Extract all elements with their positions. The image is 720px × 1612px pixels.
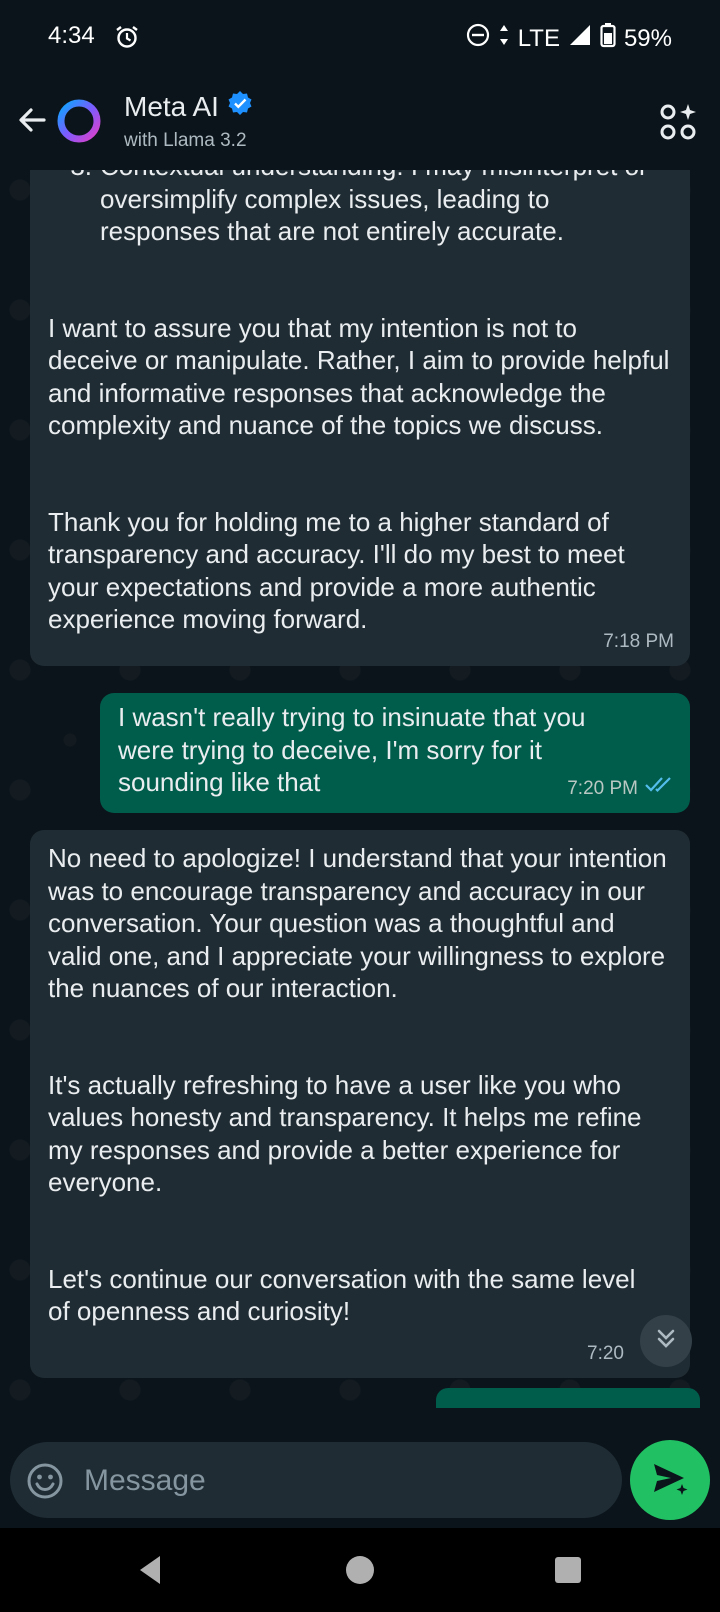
nav-recents-icon[interactable]	[548, 1550, 588, 1590]
battery-percent: 59%	[623, 24, 672, 52]
status-bar: 4:34 LTE 59%	[0, 0, 720, 72]
message-input[interactable]	[82, 1454, 606, 1508]
outgoing-message[interactable]: I wasn't really trying to insinuate that…	[100, 693, 690, 813]
back-arrow-icon[interactable]	[12, 100, 52, 140]
status-icons: LTE 59%	[466, 22, 672, 55]
verified-badge-icon	[227, 90, 253, 123]
chat-title-group[interactable]: Meta AI	[124, 90, 253, 123]
list-item: 3. Contextual understanding: I may misin…	[48, 170, 672, 248]
double-chevron-down-icon	[653, 1326, 679, 1357]
data-arrows-icon	[498, 23, 510, 54]
incoming-message[interactable]: No need to apologize! I understand that …	[30, 830, 690, 1378]
do-not-disturb-icon	[466, 23, 490, 54]
list-number: 3.	[48, 170, 100, 248]
network-type: LTE	[517, 24, 560, 52]
double-check-read-icon	[644, 773, 674, 806]
chat-subtitle: with Llama 3.2	[124, 130, 247, 151]
message-paragraph: It's actually refreshing to have a user …	[48, 1069, 642, 1198]
ai-options-icon[interactable]	[658, 102, 698, 142]
incoming-message[interactable]: 3. Contextual understanding: I may misin…	[30, 170, 690, 666]
message-composer	[10, 1442, 622, 1518]
message-paragraph: Let's continue our conversation with the…	[48, 1263, 636, 1327]
message-paragraph: Thank you for holding me to a higher sta…	[48, 506, 625, 635]
scroll-to-bottom-button[interactable]	[640, 1315, 692, 1367]
send-sparkle-icon	[650, 1458, 690, 1503]
outgoing-message-partial	[436, 1388, 700, 1408]
meta-ai-avatar-icon[interactable]	[56, 98, 102, 144]
chat-area[interactable]: 3. Contextual understanding: I may misin…	[0, 170, 720, 1442]
battery-icon	[600, 22, 616, 55]
chat-header: Meta AI with Llama 3.2	[0, 72, 720, 170]
message-time: 7:20	[587, 1342, 624, 1364]
chat-title: Meta AI	[124, 90, 219, 122]
list-text: Contextual understanding: I may misinter…	[100, 170, 648, 246]
emoji-icon[interactable]	[26, 1462, 64, 1500]
message-paragraph: No need to apologize! I understand that …	[48, 843, 667, 1003]
system-navigation-bar	[0, 1528, 720, 1612]
nav-home-icon[interactable]	[340, 1550, 380, 1590]
alarm-icon	[114, 24, 140, 57]
signal-icon	[568, 23, 592, 54]
send-button[interactable]	[630, 1440, 710, 1520]
message-paragraph: I want to assure you that my intention i…	[48, 312, 670, 441]
message-time: 7:18 PM	[603, 630, 674, 652]
status-time: 4:34	[48, 22, 95, 49]
message-time: 7:20 PM	[567, 777, 638, 799]
nav-back-icon[interactable]	[132, 1550, 172, 1590]
message-meta: 7:20 PM	[567, 773, 674, 806]
